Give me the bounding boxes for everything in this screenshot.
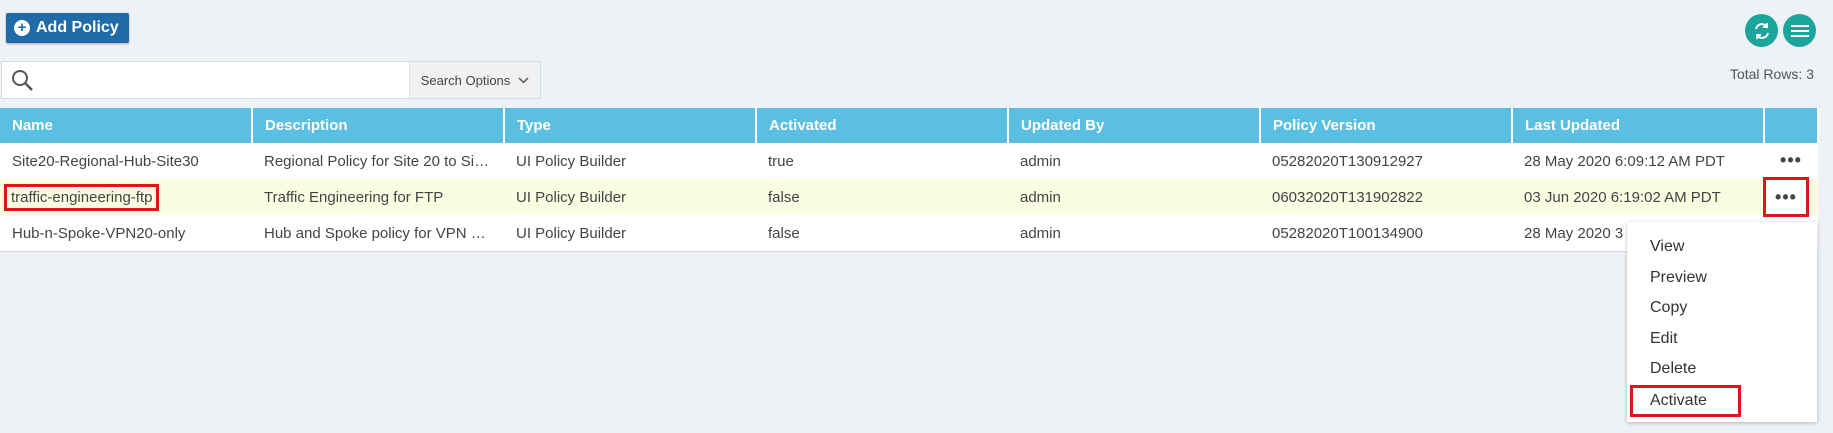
add-policy-label: Add Policy — [36, 19, 119, 36]
menu-item-edit[interactable]: Edit — [1627, 324, 1817, 355]
search-bar: Search Options — [1, 61, 541, 99]
cell-name: Hub-n-Spoke-VPN20-only — [0, 215, 252, 252]
table-row[interactable]: Site20-Regional-Hub-Site30 Regional Poli… — [0, 143, 1818, 179]
highlighted-policy-name: traffic-engineering-ftp — [4, 183, 160, 211]
refresh-button[interactable] — [1745, 14, 1778, 47]
cell-last-updated: 28 May 2020 6:09:12 AM PDT — [1512, 143, 1764, 179]
add-policy-button[interactable]: + Add Policy — [6, 13, 129, 43]
cell-type: UI Policy Builder — [504, 143, 756, 179]
search-input[interactable] — [42, 64, 409, 96]
cell-type: UI Policy Builder — [504, 179, 756, 215]
more-actions-button-selected[interactable]: ••• — [1763, 177, 1809, 217]
cell-activated: false — [756, 215, 1008, 252]
table-row[interactable]: Hub-n-Spoke-VPN20-only Hub and Spoke pol… — [0, 215, 1818, 252]
row-actions-cell[interactable]: ••• — [1764, 143, 1818, 179]
search-options-dropdown[interactable]: Search Options — [409, 62, 540, 98]
refresh-icon — [1754, 22, 1769, 39]
hamburger-menu-button[interactable] — [1783, 14, 1816, 47]
column-header-name[interactable]: Name — [0, 108, 253, 143]
column-header-updated-by[interactable]: Updated By — [1008, 108, 1261, 143]
menu-item-view[interactable]: View — [1627, 232, 1817, 263]
cell-name: Site20-Regional-Hub-Site30 — [0, 143, 252, 179]
cell-policy-version: 06032020T131902822 — [1260, 179, 1512, 215]
search-options-label: Search Options — [420, 72, 511, 88]
more-actions-icon[interactable]: ••• — [1780, 150, 1802, 170]
cell-activated: false — [756, 179, 1008, 215]
table-header-row: Name Description Type Activated Updated … — [0, 108, 1819, 143]
policy-table: Name Description Type Activated Updated … — [0, 108, 1819, 252]
column-header-actions — [1764, 108, 1819, 143]
hamburger-menu-icon — [1790, 24, 1809, 37]
plus-circle-icon: + — [14, 20, 30, 36]
column-header-activated[interactable]: Activated — [756, 108, 1009, 143]
column-header-policy-version[interactable]: Policy Version — [1260, 108, 1513, 143]
column-header-type[interactable]: Type — [504, 108, 757, 143]
cell-updated-by: admin — [1008, 179, 1260, 215]
cell-activated: true — [756, 143, 1008, 179]
menu-item-preview[interactable]: Preview — [1627, 263, 1817, 294]
cell-policy-version: 05282020T100134900 — [1260, 215, 1512, 252]
cell-type: UI Policy Builder — [504, 215, 756, 252]
total-rows-count: Total Rows: 3 — [1729, 66, 1814, 82]
cell-updated-by: admin — [1008, 215, 1260, 252]
row-actions-menu: View Preview Copy Edit Delete Activate — [1627, 222, 1817, 422]
menu-item-activate[interactable]: Activate — [1630, 384, 1741, 417]
cell-description: Regional Policy for Site 20 to Site 30 — [252, 143, 504, 179]
column-header-last-updated[interactable]: Last Updated — [1512, 108, 1765, 143]
cell-updated-by: admin — [1008, 143, 1260, 179]
search-icon — [2, 69, 42, 91]
table-row[interactable]: traffic-engineering-ftp Traffic Engineer… — [0, 179, 1818, 215]
cell-name: traffic-engineering-ftp — [0, 179, 252, 215]
cell-description: Traffic Engineering for FTP — [252, 179, 504, 215]
column-header-description[interactable]: Description — [252, 108, 505, 143]
menu-item-delete[interactable]: Delete — [1627, 354, 1817, 385]
more-actions-icon: ••• — [1775, 187, 1797, 207]
cell-description: Hub and Spoke policy for VPN 20 only — [252, 215, 504, 252]
menu-item-copy[interactable]: Copy — [1627, 293, 1817, 324]
chevron-down-icon — [518, 76, 529, 84]
cell-last-updated: 03 Jun 2020 6:19:02 AM PDT — [1512, 179, 1764, 215]
cell-policy-version: 05282020T130912927 — [1260, 143, 1512, 179]
